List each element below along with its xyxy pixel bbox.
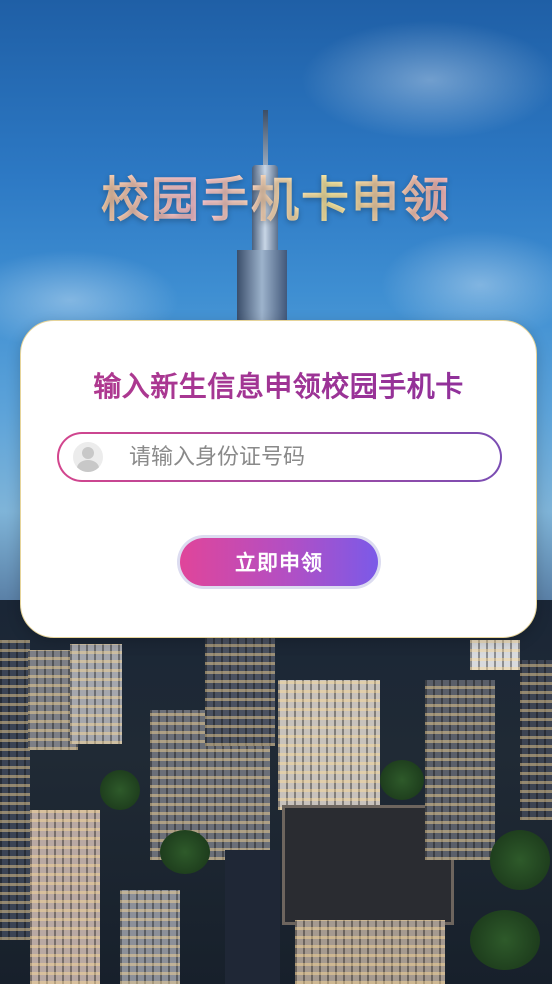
card-heading: 输入新生信息申领校园手机卡 <box>21 365 536 405</box>
building <box>120 890 180 984</box>
tree <box>380 760 424 800</box>
building <box>278 680 380 810</box>
tree <box>100 770 140 810</box>
city-skyline <box>0 600 552 984</box>
building <box>30 810 100 984</box>
tree <box>490 830 550 890</box>
id-number-field-inner <box>59 434 500 480</box>
tree <box>470 910 540 970</box>
building <box>470 640 520 670</box>
user-avatar-icon <box>73 442 103 472</box>
avatar-head <box>82 447 94 459</box>
apply-now-button[interactable]: 立即申领 <box>180 538 378 586</box>
building <box>225 850 280 984</box>
avatar-shoulders <box>77 460 99 472</box>
id-number-input[interactable] <box>129 434 500 480</box>
building <box>295 920 445 984</box>
building <box>0 640 30 940</box>
cloud <box>300 20 552 140</box>
building <box>205 636 275 746</box>
id-number-field[interactable] <box>57 432 502 482</box>
page-title: 校园手机卡申领 <box>0 160 552 230</box>
building <box>425 680 495 860</box>
apply-button-wrapper: 立即申领 <box>177 535 381 589</box>
building <box>520 660 552 820</box>
tree <box>160 830 210 874</box>
application-card: 输入新生信息申领校园手机卡 立即申领 <box>20 320 537 638</box>
building <box>70 644 122 744</box>
